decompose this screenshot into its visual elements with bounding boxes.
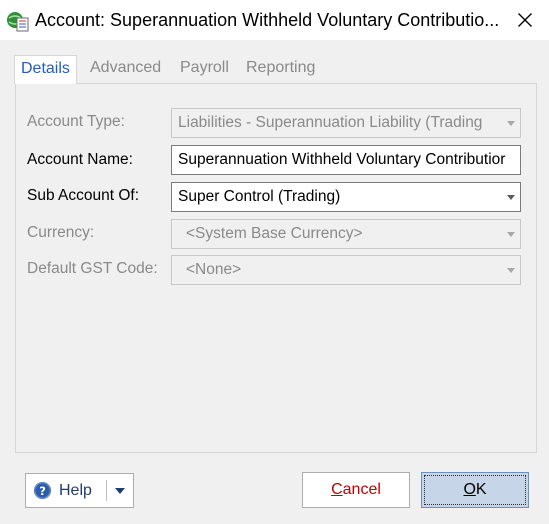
sub-account-of-label: Sub Account Of: (27, 187, 140, 204)
focus-rect (424, 475, 526, 505)
close-icon (517, 13, 532, 27)
account-name-label: Account Name: (27, 151, 133, 168)
chevron-down-icon (507, 195, 515, 200)
chevron-down-icon (507, 121, 515, 126)
chevron-down-icon (507, 232, 515, 237)
default-gst-code-value: <None> (186, 261, 242, 278)
currency-dropdown[interactable]: <System Base Currency> (171, 219, 521, 249)
help-split-button: ? Help (25, 473, 134, 508)
account-type-value: Liabilities - Superannuation Liability (… (178, 114, 483, 131)
tab-details[interactable]: Details (14, 55, 77, 84)
account-type-label: Account Type: (27, 113, 125, 130)
tab-payroll[interactable]: Payroll (180, 55, 229, 83)
account-name-value: Superannuation Withheld Voluntary Contri… (178, 151, 506, 168)
cancel-label: ancel (342, 481, 381, 498)
sub-account-of-dropdown[interactable]: Super Control (Trading) (171, 182, 521, 212)
close-button[interactable] (500, 0, 549, 40)
default-gst-code-dropdown[interactable]: <None> (171, 255, 521, 285)
chevron-down-icon (507, 268, 515, 273)
default-gst-code-label: Default GST Code: (27, 260, 158, 277)
help-button[interactable]: ? Help (26, 474, 106, 507)
ok-button[interactable]: OK (421, 472, 529, 508)
cancel-button[interactable]: Cancel (302, 472, 410, 508)
help-dropdown-button[interactable] (107, 474, 133, 507)
help-label: Help (59, 482, 92, 499)
cancel-mnemonic: C (331, 481, 343, 498)
window-title: Account: Superannuation Withheld Volunta… (35, 10, 500, 30)
title-bar: Account: Superannuation Withheld Volunta… (0, 0, 549, 40)
globe-document-icon (7, 12, 29, 32)
account-type-dropdown[interactable]: Liabilities - Superannuation Liability (… (171, 108, 521, 138)
help-icon: ? (33, 481, 52, 500)
svg-text:?: ? (39, 484, 46, 498)
tab-advanced[interactable]: Advanced (90, 55, 161, 83)
tab-reporting[interactable]: Reporting (246, 55, 315, 83)
currency-label: Currency: (27, 224, 95, 241)
account-name-input[interactable]: Superannuation Withheld Voluntary Contri… (171, 145, 521, 175)
caret-down-icon (115, 488, 125, 494)
currency-value: <System Base Currency> (186, 225, 363, 242)
sub-account-of-value: Super Control (Trading) (178, 188, 341, 205)
